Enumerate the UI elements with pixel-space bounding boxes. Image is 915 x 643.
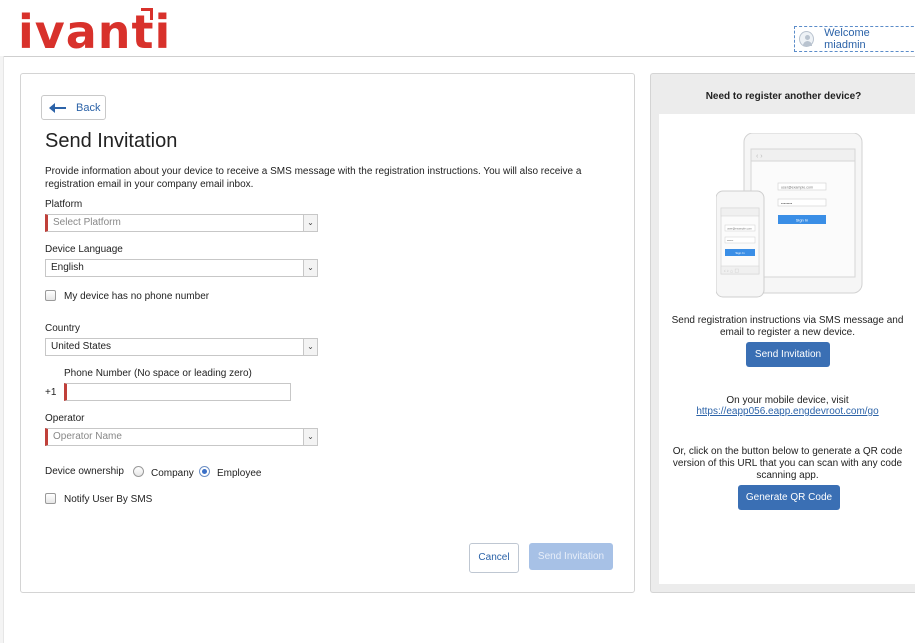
no-phone-label: My device has no phone number <box>64 291 210 302</box>
country-value: United States <box>51 341 112 352</box>
platform-label: Platform <box>45 199 83 210</box>
tablet-signin-text: Sign In <box>796 218 808 223</box>
visit-url-container: https://eapp056.eapp.engdevroot.com/go <box>659 406 915 418</box>
device-language-label: Device Language <box>45 244 123 255</box>
phone-password-text: •••••• <box>727 239 733 243</box>
side-send-invitation-button[interactable]: Send Invitation <box>746 342 830 367</box>
platform-select[interactable]: Select Platform ⌄ <box>45 214 318 232</box>
tablet-email-text: user@example.com <box>781 186 813 190</box>
side-body: ‹ › user@example.com •••••••• Sign In us… <box>659 114 915 584</box>
operator-label: Operator <box>45 413 85 424</box>
phone-number-input[interactable] <box>64 383 291 401</box>
left-edge-strip <box>0 56 4 643</box>
cancel-button[interactable]: Cancel <box>469 543 519 573</box>
ownership-employee-label: Employee <box>217 468 262 479</box>
chevron-down-icon: ⌄ <box>303 260 317 276</box>
page-title: Send Invitation <box>45 130 178 152</box>
tablet-password-text: •••••••• <box>781 201 793 206</box>
avatar-icon <box>799 31 815 47</box>
form-description: Provide information about your device to… <box>45 166 582 190</box>
generate-qr-code-button[interactable]: Generate QR Code <box>738 485 840 510</box>
back-label: Back <box>76 101 101 114</box>
ownership-company-radio[interactable] <box>133 466 144 477</box>
country-select[interactable]: United States ⌄ <box>45 338 318 356</box>
back-button[interactable]: Back <box>41 95 106 120</box>
operator-select[interactable]: Operator Name ⌄ <box>45 428 318 446</box>
phone-email-text: user@example.com <box>727 227 753 231</box>
svg-text:‹ › ⌂ ☐: ‹ › ⌂ ☐ <box>724 269 740 275</box>
register-device-panel: Need to register another device? ‹ › use… <box>650 73 915 593</box>
sms-instructions-text: Send registration instructions via SMS m… <box>671 315 904 338</box>
phone-label: Phone Number (No space or leading zero) <box>64 368 252 379</box>
phone-prefix: +1 <box>45 387 57 398</box>
chevron-down-icon: ⌄ <box>303 215 317 231</box>
chevron-down-icon: ⌄ <box>303 339 317 355</box>
device-language-select[interactable]: English ⌄ <box>45 259 318 277</box>
device-language-value: English <box>51 262 84 273</box>
send-invitation-panel: Back Send Invitation Provide information… <box>20 73 635 593</box>
user-menu[interactable]: Welcome miadmin ⌄ <box>794 26 915 52</box>
visit-url-link[interactable]: https://eapp056.eapp.engdevroot.com/go <box>696 406 878 417</box>
notify-sms-label: Notify User By SMS <box>64 494 153 505</box>
qr-instructions-text: Or, click on the button below to generat… <box>672 446 903 481</box>
logo-mark-icon <box>141 8 153 20</box>
side-heading: Need to register another device? <box>705 91 862 102</box>
notify-sms-checkbox[interactable] <box>45 493 56 504</box>
devices-illustration: ‹ › user@example.com •••••••• Sign In us… <box>716 133 863 298</box>
chevron-down-icon: ⌄ <box>303 429 317 445</box>
ownership-label: Device ownership <box>45 466 124 477</box>
no-phone-checkbox[interactable] <box>45 290 56 301</box>
country-label: Country <box>45 323 81 334</box>
phone-signin-text: Sign In <box>735 251 745 255</box>
send-invitation-button[interactable]: Send Invitation <box>529 543 613 570</box>
welcome-text: Welcome miadmin <box>824 27 870 51</box>
operator-placeholder: Operator Name <box>53 431 122 442</box>
ownership-company-label: Company <box>151 468 194 479</box>
svg-text:‹ ›: ‹ › <box>756 153 763 160</box>
header-divider <box>0 56 915 57</box>
ownership-employee-radio[interactable] <box>199 466 210 477</box>
back-arrow-icon <box>49 102 66 113</box>
platform-placeholder: Select Platform <box>53 217 121 228</box>
page: ivanti Welcome miadmin ⌄ Back Send Invit… <box>0 0 915 643</box>
